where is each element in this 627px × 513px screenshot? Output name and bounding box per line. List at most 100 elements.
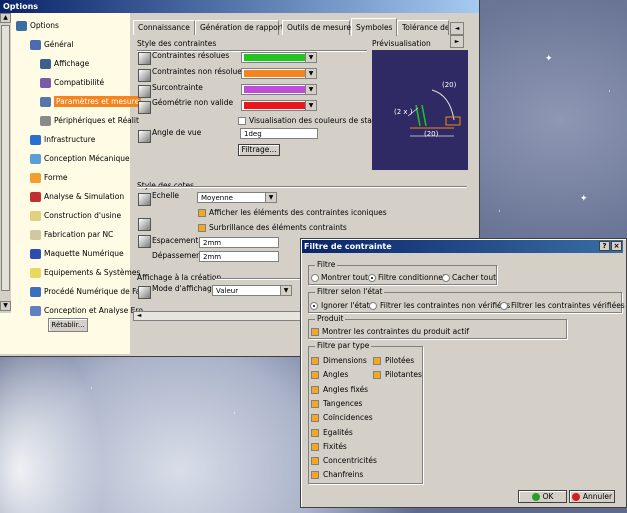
tab-scroll-left-icon[interactable]: ◄ xyxy=(450,22,464,35)
type-checkbox[interactable] xyxy=(311,371,319,379)
constraint-preview-drawing xyxy=(407,89,461,137)
tree-item-mechanical-design[interactable]: Conception Mécanique xyxy=(30,152,130,166)
type-checkbox[interactable] xyxy=(311,429,319,437)
type-chamfers[interactable]: Chanfreins xyxy=(311,470,363,480)
overconstrained-icon xyxy=(138,85,151,98)
options-icon xyxy=(16,21,27,31)
preview-canvas: (20) (2 x ) (20) xyxy=(372,50,468,170)
overconstrained-color-select[interactable]: ▼ xyxy=(241,84,317,95)
window-title: Options xyxy=(0,0,479,13)
invalid-geometry-icon xyxy=(138,101,151,114)
star-icon: ✦ xyxy=(580,194,588,204)
tree-item-analysis[interactable]: Analyse & Simulation xyxy=(30,190,124,204)
spacing-input[interactable]: 2mm xyxy=(199,237,279,248)
tree-item-plant[interactable]: Construction d'usine xyxy=(30,209,121,223)
type-driven[interactable]: Pilotées xyxy=(373,356,414,366)
view-angle-input[interactable]: 1deg xyxy=(240,128,318,139)
dialog-title: Filtre de contrainte xyxy=(302,240,623,253)
type-checkbox[interactable] xyxy=(311,357,319,365)
highlight-checkbox[interactable] xyxy=(198,224,206,232)
tree-item-design-analysis[interactable]: Conception et Analyse Ero xyxy=(30,304,143,318)
spacing-label: Espacement xyxy=(152,236,199,245)
scale-select[interactable]: Moyenne ▼ xyxy=(197,192,277,203)
plant-icon xyxy=(30,211,41,221)
type-angles[interactable]: Angles xyxy=(311,370,348,380)
tree-scrollbar[interactable] xyxy=(0,13,11,313)
status-colors-label: Visualisation des couleurs de status xyxy=(249,116,384,125)
overflow-input[interactable]: 2mm xyxy=(199,251,279,262)
tree-item-infrastructure[interactable]: Infrastructure xyxy=(30,133,95,147)
display-mode-icon xyxy=(138,286,151,299)
tab-knowledge[interactable]: Connaissance xyxy=(133,20,195,35)
cancel-button[interactable]: Annuler xyxy=(569,490,615,503)
type-checkbox[interactable] xyxy=(311,414,319,422)
type-dimensions[interactable]: Dimensions xyxy=(311,356,367,366)
tab-symbols[interactable]: Symboles xyxy=(351,18,397,36)
hide-all-radio[interactable] xyxy=(442,274,450,282)
conditional-filter-radio[interactable] xyxy=(368,274,376,282)
type-coincidences[interactable]: Coïncidences xyxy=(311,413,373,423)
chevron-down-icon: ▼ xyxy=(305,69,316,78)
display-icon xyxy=(40,59,51,69)
tab-tolerance[interactable]: Tolérance des xyxy=(397,20,449,35)
scroll-down-icon[interactable]: ▼ xyxy=(0,301,11,311)
tree-item-shape[interactable]: Forme xyxy=(30,171,68,185)
tree-item-display[interactable]: Affichage xyxy=(40,57,89,71)
star-icon: · xyxy=(90,384,93,394)
type-checkbox[interactable] xyxy=(311,386,319,394)
scroll-left-icon[interactable]: ◄ xyxy=(134,312,144,320)
type-checkbox[interactable] xyxy=(373,371,381,379)
highlight-icon xyxy=(138,218,151,231)
type-concentricities[interactable]: Concentricités xyxy=(311,456,377,466)
filter-verified-radio[interactable] xyxy=(500,302,508,310)
chevron-down-icon: ▼ xyxy=(305,53,316,62)
type-checkbox[interactable] xyxy=(311,400,319,408)
shape-icon xyxy=(30,173,41,183)
ignore-state-radio[interactable] xyxy=(310,302,318,310)
filter-unverified-radio[interactable] xyxy=(369,302,377,310)
filter-unverified-label: Filtrer les contraintes non vérifiées xyxy=(380,301,511,310)
tree-item-nc[interactable]: Fabrication par NC xyxy=(30,228,113,242)
tree-item-equipment[interactable]: Equipements & Systèmes xyxy=(30,266,140,280)
type-checkbox[interactable] xyxy=(373,357,381,365)
tree-item-dmu[interactable]: Maquette Numérique xyxy=(30,247,124,261)
filter-button[interactable]: Filtrage... xyxy=(238,144,280,156)
view-angle-icon xyxy=(138,130,151,143)
iconic-constraints-checkbox[interactable] xyxy=(198,209,206,217)
star-icon: · xyxy=(233,409,236,419)
type-checkbox[interactable] xyxy=(311,443,319,451)
tab-report[interactable]: Génération de rapport xyxy=(195,20,284,35)
type-equalities[interactable]: Egalités xyxy=(311,428,353,438)
show-all-radio[interactable] xyxy=(311,274,319,282)
tree-item-general[interactable]: Général xyxy=(30,38,74,52)
type-checkbox[interactable] xyxy=(311,471,319,479)
resolved-color-select[interactable]: ▼ xyxy=(241,52,317,63)
status-colors-checkbox[interactable] xyxy=(238,117,246,125)
help-icon[interactable]: ? xyxy=(599,241,610,251)
type-fixities[interactable]: Fixités xyxy=(311,442,347,452)
tree-item-options[interactable]: Options xyxy=(16,19,59,33)
scroll-up-icon[interactable]: ▲ xyxy=(0,13,11,23)
tree-item-digital-process[interactable]: Procédé Numérique de Fal xyxy=(30,285,142,299)
close-icon[interactable]: × xyxy=(611,241,622,251)
type-fixed-angles[interactable]: Angles fixés xyxy=(311,385,368,395)
unresolved-color-select[interactable]: ▼ xyxy=(241,68,317,79)
chevron-down-icon: ▼ xyxy=(280,286,291,295)
tree-item-devices[interactable]: Périphériques et Réalit xyxy=(40,114,139,128)
type-tangencies[interactable]: Tangences xyxy=(311,399,362,409)
invalid-geometry-color-select[interactable]: ▼ xyxy=(241,100,317,111)
reset-button[interactable]: Rétablir... xyxy=(48,318,88,332)
tab-scroll-right-icon[interactable]: ► xyxy=(450,35,464,48)
active-product-checkbox[interactable] xyxy=(311,328,319,336)
tree-item-parameters[interactable]: Paramètres et mesure xyxy=(40,95,142,109)
iconic-constraints-label: Afficher les éléments des contraintes ic… xyxy=(209,208,387,217)
scrollbar-thumb[interactable] xyxy=(1,25,10,291)
type-checkbox[interactable] xyxy=(311,457,319,465)
tab-measure-tools[interactable]: Outils de mesure xyxy=(282,20,351,35)
type-driving[interactable]: Pilotantes xyxy=(373,370,422,380)
ok-button[interactable]: OK xyxy=(518,490,567,503)
tree-item-compatibility[interactable]: Compatibilité xyxy=(40,76,104,90)
display-mode-select[interactable]: Valeur ▼ xyxy=(212,285,292,296)
preview-label: (2 x ) xyxy=(394,108,413,116)
product-group-title: Produit xyxy=(315,314,346,324)
